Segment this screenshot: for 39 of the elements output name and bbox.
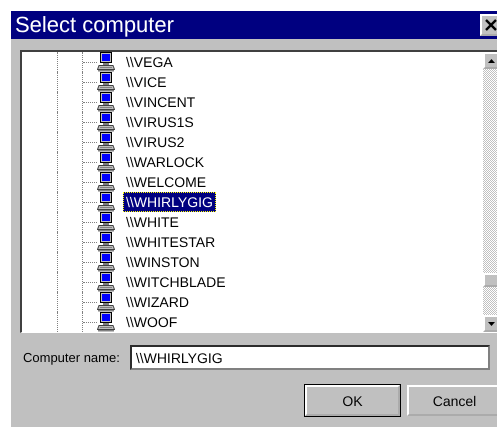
computer-icon: [97, 272, 115, 292]
computer-icon: [97, 292, 115, 312]
computer-icon: [97, 92, 115, 112]
scroll-down-button[interactable]: [483, 315, 497, 332]
down-arrow-icon: [488, 322, 495, 326]
ok-button[interactable]: OK: [305, 385, 400, 416]
computer-icon: [97, 192, 115, 212]
cancel-button[interactable]: Cancel: [407, 385, 497, 416]
computer-icon: [97, 112, 115, 132]
computer-name-field[interactable]: \\WHIRLYGIG: [130, 345, 490, 370]
computer-item[interactable]: \\WOOF: [123, 312, 180, 332]
close-button[interactable]: [480, 14, 497, 36]
computer-item[interactable]: \\WINSTON: [123, 252, 203, 272]
computer-item[interactable]: \\VIRUS2: [123, 132, 188, 152]
window-title: Select computer: [15, 12, 174, 38]
computer-item[interactable]: \\VIRUS1S: [123, 112, 197, 132]
computer-item[interactable]: \\VINCENT: [123, 92, 198, 112]
computer-item[interactable]: \\VEGA: [123, 52, 176, 72]
scroll-thumb[interactable]: [483, 273, 497, 287]
computer-item[interactable]: \\WHIRLYGIG: [123, 192, 216, 212]
computer-item[interactable]: \\WIZARD: [123, 292, 192, 312]
scrollbar[interactable]: [483, 52, 497, 332]
computer-icon: [97, 252, 115, 272]
computer-icon: [97, 132, 115, 152]
computer-item[interactable]: \\VICE: [123, 72, 170, 92]
computer-name-label: Computer name:: [23, 350, 120, 365]
computer-icon: [97, 72, 115, 92]
computer-item[interactable]: \\WITCHBLADE: [123, 272, 229, 292]
computer-icon: [97, 232, 115, 252]
computer-icon: [97, 152, 115, 172]
computer-item[interactable]: \\WELCOME: [123, 172, 210, 192]
computer-icon: [97, 172, 115, 192]
close-icon: [485, 19, 497, 31]
up-arrow-icon: [488, 58, 495, 62]
computer-item[interactable]: \\WARLOCK: [123, 152, 208, 172]
scroll-up-button[interactable]: [483, 52, 497, 69]
computer-icon: [97, 212, 115, 232]
computer-item[interactable]: \\WHITESTAR: [123, 232, 218, 252]
computer-item[interactable]: \\WHITE: [123, 212, 182, 232]
